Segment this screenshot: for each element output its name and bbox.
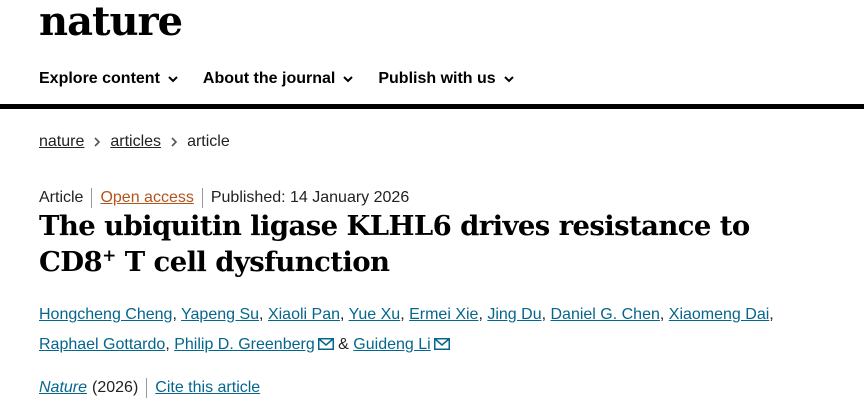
- chevron-right-icon: [94, 137, 101, 147]
- journal-link[interactable]: Nature: [39, 379, 87, 397]
- breadcrumb-nature[interactable]: nature: [39, 133, 84, 151]
- nav-about-journal[interactable]: About the journal: [203, 70, 354, 88]
- nav-explore-content[interactable]: Explore content: [39, 70, 179, 88]
- meta-divider: [201, 188, 203, 208]
- author-link[interactable]: Philip D. Greenberg: [174, 336, 315, 353]
- author-link[interactable]: Yapeng Su: [181, 306, 259, 323]
- nature-logo[interactable]: nature: [39, 0, 183, 45]
- chevron-down-icon: [168, 76, 178, 83]
- author-link[interactable]: Jing Du: [487, 306, 541, 323]
- published-date: Published: 14 January 2026: [210, 189, 410, 206]
- nav-publish-with-us[interactable]: Publish with us: [378, 70, 514, 88]
- breadcrumb: nature articles article: [39, 133, 230, 151]
- mail-icon[interactable]: [433, 338, 450, 350]
- chevron-down-icon: [503, 76, 514, 83]
- nav-label: Explore content: [39, 70, 160, 87]
- breadcrumb-current: article: [187, 133, 230, 150]
- chevron-down-icon: [343, 76, 354, 83]
- author-link[interactable]: Xiaoli Pan: [268, 306, 340, 323]
- publication-year: (2026): [92, 379, 139, 396]
- title-superscript: +: [102, 246, 116, 266]
- author-link[interactable]: Raphael Gottardo: [39, 336, 165, 353]
- author-link[interactable]: Xiaomeng Dai: [669, 306, 770, 323]
- title-text-end: T cell dysfunction: [115, 246, 390, 278]
- author-link[interactable]: Guideng Li: [353, 336, 430, 353]
- author-link[interactable]: Daniel G. Chen: [550, 306, 659, 323]
- breadcrumb-articles[interactable]: articles: [110, 133, 161, 151]
- meta-divider: [91, 188, 93, 208]
- author-list: Hongcheng Cheng, Yapeng Su, Xiaoli Pan, …: [39, 306, 774, 353]
- citation-row: Nature (2026) Cite this article: [39, 378, 260, 398]
- open-access-link[interactable]: Open access: [100, 189, 193, 207]
- nav-label: About the journal: [202, 70, 336, 87]
- nav-label: Publish with us: [378, 70, 496, 87]
- author-link[interactable]: Yue Xu: [349, 306, 401, 323]
- article-title: The ubiquitin ligase KLHL6 drives resist…: [39, 208, 829, 280]
- mail-icon[interactable]: [317, 338, 334, 350]
- article-meta: Article Open access Published: 14 Januar…: [39, 188, 409, 208]
- ampersand: &: [338, 336, 349, 353]
- author-link[interactable]: Ermei Xie: [409, 306, 478, 323]
- author-link[interactable]: Hongcheng Cheng: [39, 306, 172, 323]
- chevron-right-icon: [171, 137, 178, 147]
- cite-this-article-link[interactable]: Cite this article: [155, 379, 260, 397]
- cite-divider: [146, 378, 148, 398]
- header-rule: [0, 104, 864, 109]
- article-type: Article: [39, 189, 84, 206]
- main-nav: Explore content About the journal Publis…: [39, 70, 515, 88]
